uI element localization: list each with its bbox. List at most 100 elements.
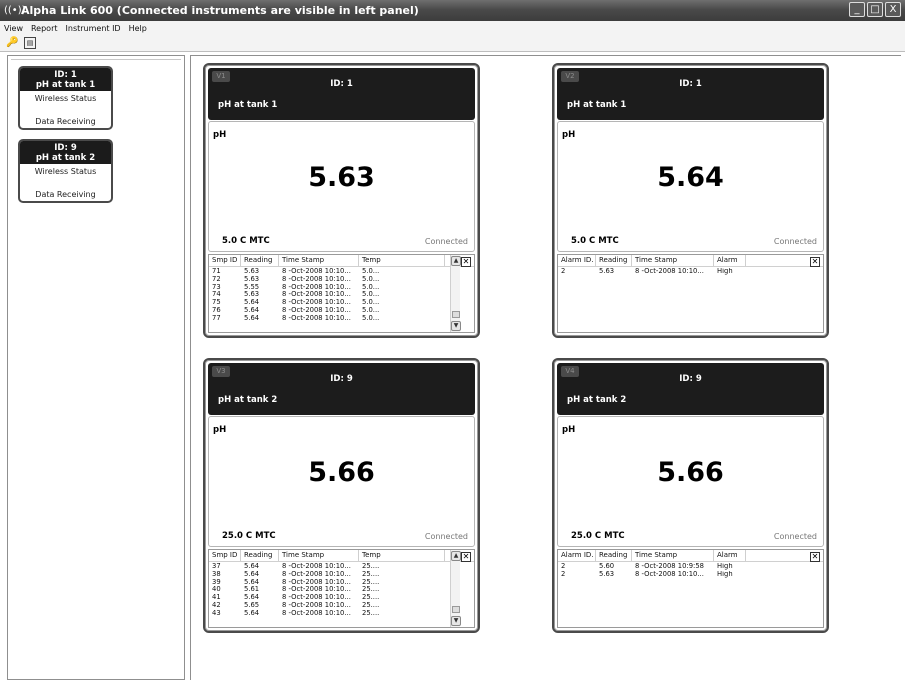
- table-cell: 8 -Oct-2008 10:10...: [282, 586, 351, 594]
- menu-instrument-id[interactable]: Instrument ID: [66, 24, 121, 33]
- parameter-label: pH: [562, 425, 576, 435]
- menu-view[interactable]: View: [4, 24, 23, 33]
- maximize-button[interactable]: □: [867, 2, 883, 17]
- column-header[interactable]: Time Stamp: [279, 550, 359, 561]
- calculator-icon[interactable]: ▤: [24, 37, 36, 49]
- monitor-view[interactable]: V4 ID: 9 pH at tank 2 pH 5.66 25.0 C MTC…: [552, 358, 829, 633]
- scroll-thumb[interactable]: [452, 311, 460, 318]
- table-row[interactable]: 74 5.63 8 -Oct-2008 10:10... 5.0...: [209, 291, 449, 299]
- table-cell: 5.64: [244, 578, 260, 586]
- column-header[interactable]: Time Stamp: [279, 255, 359, 266]
- scroll-down-button[interactable]: ▼: [451, 616, 461, 626]
- table-row[interactable]: 76 5.64 8 -Oct-2008 10:10... 5.0...: [209, 307, 449, 315]
- table-row[interactable]: 71 5.63 8 -Oct-2008 10:10... 5.0...: [209, 268, 449, 276]
- scrollbar[interactable]: ▲ ▼: [450, 550, 461, 627]
- column-header[interactable]: Temp: [359, 255, 445, 266]
- view-header: V3 ID: 9 pH at tank 2: [208, 363, 475, 415]
- instrument-card[interactable]: ID: 9 pH at tank 2 Wireless Status Data …: [18, 139, 113, 203]
- sample-log: Smp ID Reading Time Stamp Temp 71 5.63 8 -Oct…: [208, 254, 475, 333]
- column-header[interactable]: Alarm ID.: [558, 255, 596, 266]
- table-cell: 39: [212, 578, 221, 586]
- column-header[interactable]: Temp: [359, 550, 445, 561]
- log-rows: 71 5.63 8 -Oct-2008 10:10... 5.0... 72 5.63 8 …: [209, 268, 449, 323]
- table-row[interactable]: 72 5.63 8 -Oct-2008 10:10... 5.0...: [209, 276, 449, 284]
- table-cell: 2: [561, 570, 566, 578]
- column-header[interactable]: Time Stamp: [632, 255, 714, 266]
- table-row[interactable]: 42 5.65 8 -Oct-2008 10:10... 25....: [209, 602, 449, 610]
- instrument-header: ID: 9 pH at tank 2: [20, 141, 111, 164]
- table-row[interactable]: 37 5.64 8 -Oct-2008 10:10... 25....: [209, 563, 449, 571]
- table-cell: 25....: [362, 609, 380, 617]
- instrument-card[interactable]: ID: 1 pH at tank 1 Wireless Status Data …: [18, 66, 113, 130]
- table-cell: 5.60: [599, 563, 615, 570]
- table-cell: 43: [212, 609, 221, 617]
- column-header[interactable]: Reading: [241, 255, 279, 266]
- menu-report[interactable]: Report: [31, 24, 58, 33]
- close-button[interactable]: X: [885, 2, 901, 17]
- table-row[interactable]: 77 5.64 8 -Oct-2008 10:10... 5.0...: [209, 315, 449, 323]
- column-header[interactable]: Alarm ID.: [558, 550, 596, 561]
- table-cell: 8 -Oct-2008 10:10...: [282, 578, 351, 586]
- scroll-down-button[interactable]: ▼: [451, 321, 461, 331]
- column-header[interactable]: Reading: [596, 550, 632, 561]
- table-row[interactable]: 2 5.63 8 -Oct-2008 10:10... High: [558, 571, 798, 579]
- view-header: V2 ID: 1 pH at tank 1: [557, 68, 824, 120]
- table-row[interactable]: 43 5.64 8 -Oct-2008 10:10... 25....: [209, 610, 449, 618]
- table-cell: 5.63: [599, 570, 615, 578]
- close-log-button[interactable]: ✕: [810, 257, 820, 267]
- column-header[interactable]: Alarm: [714, 255, 746, 266]
- table-row[interactable]: 40 5.61 8 -Oct-2008 10:10... 25....: [209, 586, 449, 594]
- table-cell: 5.64: [244, 299, 260, 307]
- table-cell: 8 -Oct-2008 10:10...: [635, 268, 704, 275]
- minimize-button[interactable]: _: [849, 2, 865, 17]
- view-instrument-id: ID: 9: [679, 374, 702, 384]
- table-cell: 5.64: [244, 570, 260, 578]
- table-row[interactable]: 2 5.63 8 -Oct-2008 10:10... High: [558, 268, 798, 276]
- table-cell: 25....: [362, 601, 380, 609]
- monitor-view[interactable]: V2 ID: 1 pH at tank 1 pH 5.64 5.0 C MTC …: [552, 63, 829, 338]
- table-cell: 5.0...: [362, 314, 380, 322]
- table-row[interactable]: 73 5.55 8 -Oct-2008 10:10... 5.0...: [209, 284, 449, 292]
- monitor-view[interactable]: V1 ID: 1 pH at tank 1 pH 5.63 5.0 C MTC …: [203, 63, 480, 338]
- parameter-label: pH: [213, 425, 227, 435]
- table-cell: 25....: [362, 586, 380, 594]
- table-cell: 38: [212, 570, 221, 578]
- monitor-view[interactable]: V3 ID: 9 pH at tank 2 pH 5.66 25.0 C MTC…: [203, 358, 480, 633]
- column-header[interactable]: Reading: [596, 255, 632, 266]
- close-log-button[interactable]: ✕: [461, 552, 471, 562]
- table-cell: 5.64: [244, 563, 260, 570]
- scroll-up-button[interactable]: ▲: [451, 256, 461, 266]
- table-cell: 77: [212, 314, 221, 322]
- column-header[interactable]: Time Stamp: [632, 550, 714, 561]
- table-row[interactable]: 75 5.64 8 -Oct-2008 10:10... 5.0...: [209, 299, 449, 307]
- temperature-label: 25.0 C MTC: [571, 531, 625, 541]
- parameter-label: pH: [562, 130, 576, 140]
- reading-value: 5.66: [308, 457, 375, 488]
- table-row[interactable]: 38 5.64 8 -Oct-2008 10:10... 25....: [209, 571, 449, 579]
- table-cell: 5.55: [244, 283, 260, 291]
- column-header[interactable]: Smp ID: [209, 550, 241, 561]
- table-cell: 76: [212, 306, 221, 314]
- table-cell: 5.0...: [362, 306, 380, 314]
- key-icon[interactable]: 🔑: [6, 37, 18, 49]
- column-header[interactable]: Reading: [241, 550, 279, 561]
- table-cell: 8 -Oct-2008 10:10...: [635, 570, 704, 578]
- table-row[interactable]: 2 5.60 8 -Oct-2008 10:9:58 High: [558, 563, 798, 571]
- close-log-button[interactable]: ✕: [810, 552, 820, 562]
- table-row[interactable]: 39 5.64 8 -Oct-2008 10:10... 25....: [209, 579, 449, 587]
- close-log-button[interactable]: ✕: [461, 257, 471, 267]
- table-row[interactable]: 41 5.64 8 -Oct-2008 10:10... 25....: [209, 594, 449, 602]
- menu-help[interactable]: Help: [129, 24, 147, 33]
- table-cell: 41: [212, 594, 221, 602]
- scrollbar[interactable]: ▲ ▼: [450, 255, 461, 332]
- table-cell: 72: [212, 275, 221, 283]
- window-controls: _ □ X: [849, 2, 901, 17]
- scroll-thumb[interactable]: [452, 606, 460, 613]
- column-header[interactable]: Alarm: [714, 550, 746, 561]
- connection-status: Connected: [424, 532, 468, 541]
- scroll-up-button[interactable]: ▲: [451, 551, 461, 561]
- table-cell: 42: [212, 601, 221, 609]
- reading-value: 5.63: [308, 162, 375, 193]
- table-cell: 8 -Oct-2008 10:10...: [282, 563, 351, 570]
- column-header[interactable]: Smp ID: [209, 255, 241, 266]
